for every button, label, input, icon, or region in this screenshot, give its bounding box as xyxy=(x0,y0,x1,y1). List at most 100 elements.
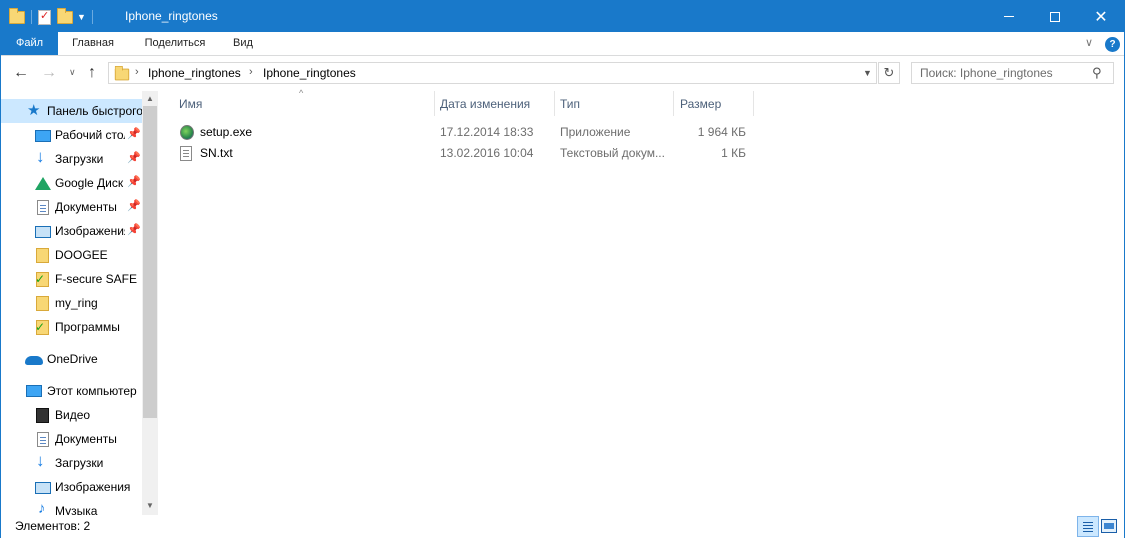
sidebar-item-label: Музыка xyxy=(55,504,98,515)
pin-icon[interactable]: 📌 xyxy=(127,127,141,140)
tab-home[interactable]: Главная xyxy=(59,32,127,55)
column-header-date[interactable]: Дата изменения xyxy=(435,91,555,116)
file-type: Приложение xyxy=(560,125,631,139)
chevron-right-icon[interactable]: › xyxy=(249,66,253,78)
help-icon[interactable]: ? xyxy=(1105,37,1120,52)
synced-folder-icon xyxy=(35,320,49,335)
column-header-size[interactable]: Размер xyxy=(674,91,754,116)
minimize-button[interactable] xyxy=(986,1,1032,32)
sidebar-item-documents-pc[interactable]: Документы xyxy=(1,427,142,451)
sidebar-item-desktop[interactable]: Рабочий стол 📌 xyxy=(1,123,142,147)
desktop-icon xyxy=(35,130,51,142)
file-size: 1 964 КБ xyxy=(697,125,746,139)
forward-arrow-icon[interactable]: → xyxy=(41,64,57,82)
column-header-name[interactable]: Имя ^ xyxy=(159,88,435,116)
refresh-button[interactable]: ↻ xyxy=(878,62,900,84)
documents-icon xyxy=(37,200,49,215)
tab-view[interactable]: Вид xyxy=(223,32,263,55)
toolbar-divider xyxy=(31,10,32,24)
breadcrumb-item[interactable]: Iphone_ringtones xyxy=(148,66,241,80)
sidebar-item-label: Панель быстрого доступа xyxy=(47,104,142,118)
file-name: SN.txt xyxy=(200,146,233,160)
scroll-up-icon[interactable]: ▲ xyxy=(146,94,154,103)
sidebar-scrollbar-thumb[interactable] xyxy=(143,106,157,418)
images-icon xyxy=(35,482,51,494)
folder-icon xyxy=(114,65,130,81)
sidebar-item-documents[interactable]: Документы 📌 xyxy=(1,195,142,219)
sidebar-item-label: Загрузки xyxy=(55,152,104,166)
chevron-down-icon[interactable]: ▼ xyxy=(863,68,872,78)
minimize-icon xyxy=(1004,16,1014,17)
star-icon: ★ xyxy=(27,102,41,119)
pin-icon[interactable]: 📌 xyxy=(127,199,141,212)
tab-file[interactable]: Файл xyxy=(1,32,58,55)
back-arrow-icon[interactable]: ← xyxy=(13,64,29,82)
toolbar-divider xyxy=(91,10,93,24)
sidebar-item-images-pc[interactable]: Изображения xyxy=(1,475,142,499)
expand-ribbon-icon[interactable]: ∨ xyxy=(1085,36,1093,49)
file-row[interactable]: setup.exe 17.12.2014 18:33 Приложение 1 … xyxy=(178,122,758,143)
sidebar-item-label: OneDrive xyxy=(47,352,98,366)
sidebar-item-music[interactable]: ♪ Музыка xyxy=(1,499,142,515)
sidebar-item-my-ring[interactable]: my_ring xyxy=(1,291,142,315)
sidebar-item-label: Программы xyxy=(55,320,120,334)
large-icons-view-icon[interactable] xyxy=(1101,519,1117,533)
address-bar[interactable]: › Iphone_ringtones › Iphone_ringtones ▼ xyxy=(108,62,877,84)
properties-icon[interactable] xyxy=(38,9,51,25)
sidebar-item-label: Этот компьютер xyxy=(47,384,137,398)
window-title: Iphone_ringtones xyxy=(125,9,218,23)
download-icon: ↓ xyxy=(36,451,45,470)
recent-locations-icon[interactable]: ∨ xyxy=(69,67,76,78)
refresh-icon: ↻ xyxy=(883,65,895,80)
customize-toolbar-dropdown-icon[interactable]: ▼ xyxy=(77,12,86,22)
column-header-type[interactable]: Тип xyxy=(555,91,673,116)
search-input[interactable]: Поиск: Iphone_ringtones ⚲ xyxy=(911,62,1114,84)
sidebar-item-label: Видео xyxy=(55,408,91,422)
sidebar-item-programs[interactable]: Программы xyxy=(1,315,142,339)
up-arrow-icon[interactable]: ↑ xyxy=(88,64,96,82)
file-row[interactable]: SN.txt 13.02.2016 10:04 Текстовый докум.… xyxy=(178,143,758,164)
column-header-label: Размер xyxy=(680,97,722,111)
sidebar-item-downloads-pc[interactable]: ↓ Загрузки xyxy=(1,451,142,475)
column-header-label: Тип xyxy=(560,97,581,111)
images-icon xyxy=(35,226,51,238)
file-type: Текстовый докум... xyxy=(560,146,665,160)
column-header-label: Имя xyxy=(179,97,203,111)
sidebar-item-images[interactable]: Изображения 📌 xyxy=(1,219,142,243)
chevron-right-icon[interactable]: › xyxy=(135,66,139,78)
music-icon: ♪ xyxy=(38,500,46,515)
pin-icon[interactable]: 📌 xyxy=(127,151,141,164)
search-placeholder: Поиск: Iphone_ringtones xyxy=(920,66,1053,80)
sidebar-item-f-secure-safe[interactable]: F-secure SAFE xyxy=(1,267,142,291)
navigation-bar: ← → ∨ ↑ › Iphone_ringtones › Iphone_ring… xyxy=(1,57,1124,89)
navigation-pane: ★ Панель быстрого доступа Рабочий стол 📌… xyxy=(1,91,158,515)
column-divider[interactable] xyxy=(753,91,754,116)
file-date: 17.12.2014 18:33 xyxy=(440,125,534,139)
text-file-icon xyxy=(180,146,192,161)
tab-share[interactable]: Поделиться xyxy=(133,32,217,55)
search-icon[interactable]: ⚲ xyxy=(1092,65,1102,81)
breadcrumb-item[interactable]: Iphone_ringtones xyxy=(263,66,356,80)
sidebar-item-label: Рабочий стол xyxy=(55,128,125,142)
close-button[interactable]: ✕ xyxy=(1078,1,1124,32)
sidebar-item-label: Изображения xyxy=(55,224,125,238)
pin-icon[interactable]: 📌 xyxy=(127,175,141,188)
new-folder-icon[interactable] xyxy=(57,7,73,24)
sidebar-item-label: my_ring xyxy=(55,296,98,310)
sidebar-item-quick-access[interactable]: ★ Панель быстрого доступа xyxy=(1,99,142,123)
pin-icon[interactable]: 📌 xyxy=(127,223,141,236)
maximize-button[interactable] xyxy=(1032,1,1078,32)
sidebar-item-onedrive[interactable]: OneDrive xyxy=(1,347,142,371)
sidebar-item-video[interactable]: Видео xyxy=(1,403,142,427)
sidebar-item-downloads[interactable]: ↓ Загрузки 📌 xyxy=(1,147,142,171)
folder-icon[interactable] xyxy=(9,7,25,24)
sidebar-item-doogee[interactable]: DOOGEE xyxy=(1,243,142,267)
sidebar-item-this-pc[interactable]: Этот компьютер xyxy=(1,379,142,403)
sort-ascending-icon: ^ xyxy=(299,88,304,98)
application-icon xyxy=(180,125,194,140)
sidebar-item-google-drive[interactable]: Google Диск 📌 xyxy=(1,171,142,195)
scroll-down-icon[interactable]: ▼ xyxy=(146,501,154,510)
google-drive-icon xyxy=(35,177,51,190)
details-view-icon[interactable] xyxy=(1077,516,1099,537)
synced-folder-icon xyxy=(35,272,49,287)
